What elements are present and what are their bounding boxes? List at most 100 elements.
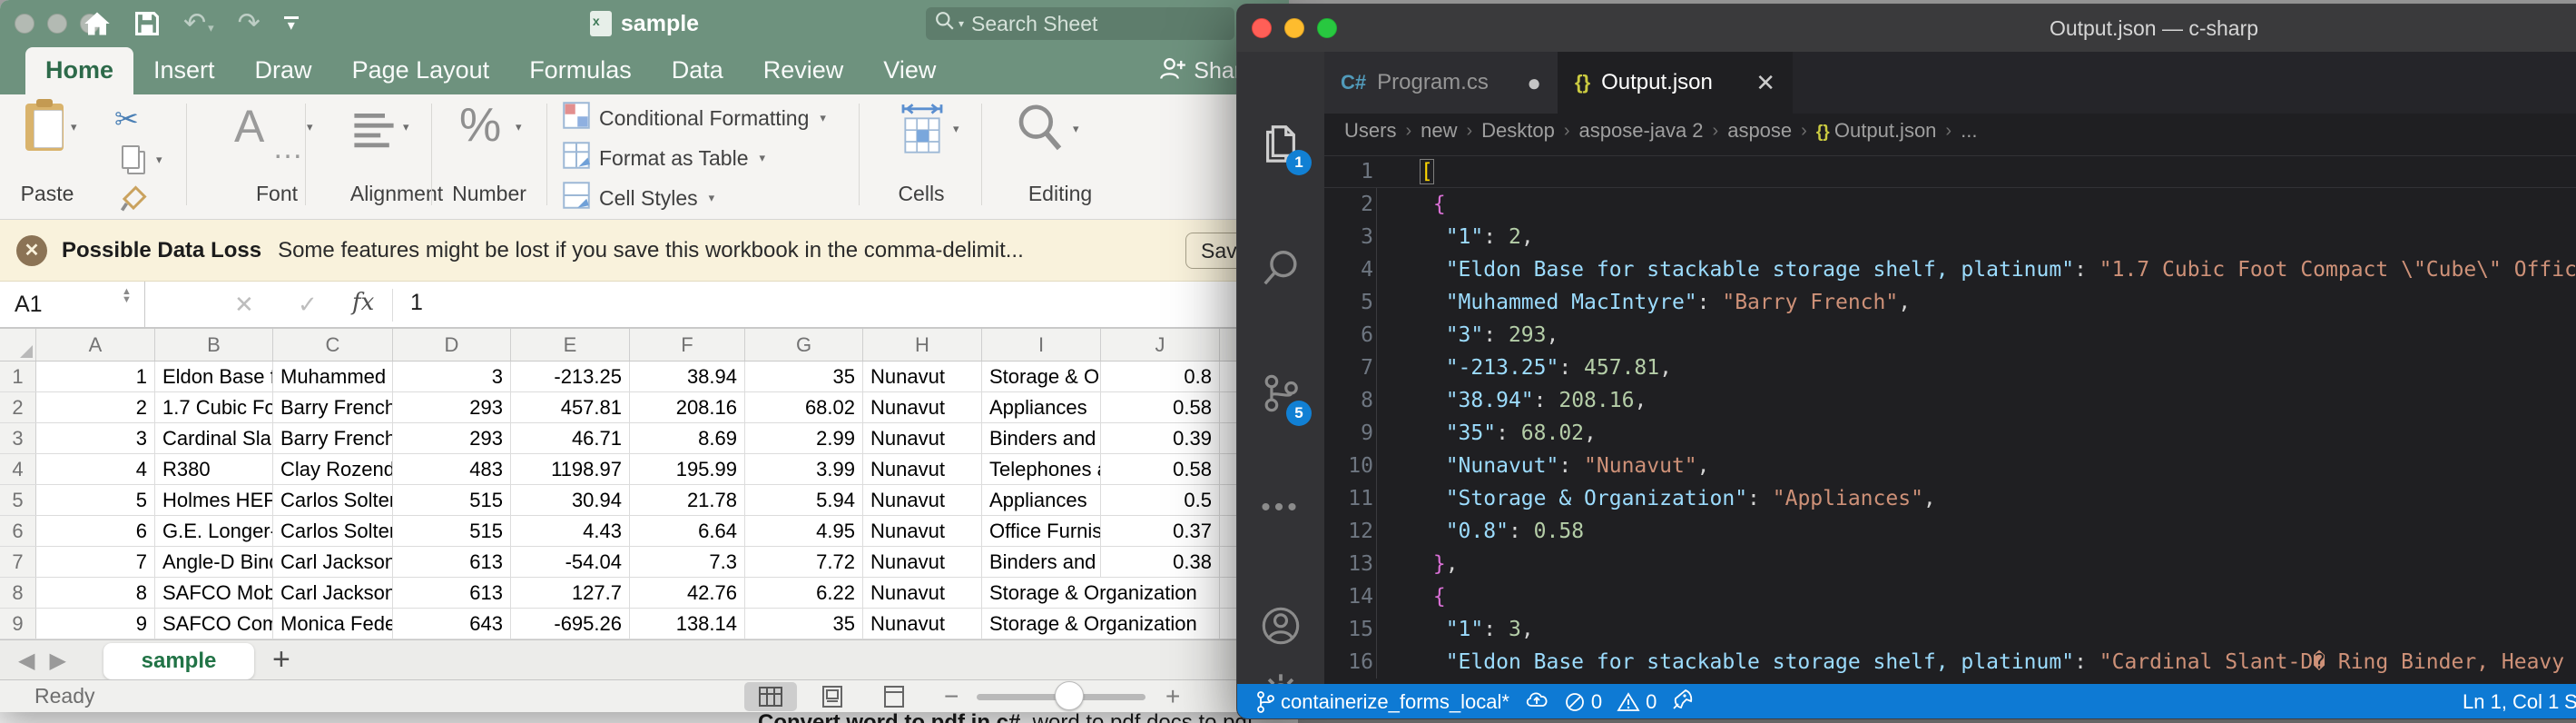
errors-indicator[interactable]: 0 xyxy=(1564,690,1602,714)
search-scope-chevron-icon[interactable]: ▾ xyxy=(959,17,964,30)
ribbon-tab-formulas[interactable]: Formulas xyxy=(509,47,652,94)
cell-D9[interactable]: 643 xyxy=(393,609,511,639)
cell-J7[interactable]: 0.38 xyxy=(1101,547,1220,577)
row-header-9[interactable]: 9 xyxy=(0,609,36,639)
cell-I2[interactable]: Appliances xyxy=(982,392,1101,422)
cell-I5[interactable]: Appliances xyxy=(982,485,1101,515)
cell-J3[interactable]: 0.39 xyxy=(1101,423,1220,453)
cell-H7[interactable]: Nunavut xyxy=(863,547,982,577)
code-line-12[interactable]: 12 "0.8": 0.58 xyxy=(1324,515,2576,548)
cell-G6[interactable]: 4.95 xyxy=(745,516,863,546)
cursor-position-indicator[interactable]: Ln 1, Col 1 xyxy=(2463,684,2559,719)
column-header-J[interactable]: J xyxy=(1101,329,1220,361)
column-header-D[interactable]: D xyxy=(393,329,511,361)
cell-B7[interactable]: Angle-D Bind xyxy=(155,547,273,577)
cell-F2[interactable]: 208.16 xyxy=(630,392,745,422)
cancel-entry-icon[interactable]: ✕ xyxy=(234,291,254,319)
close-window-button[interactable] xyxy=(1252,18,1272,38)
indentation-indicator[interactable]: S xyxy=(2564,684,2576,719)
cut-icon[interactable]: ✂ xyxy=(114,102,139,136)
code-line-15[interactable]: 15 "1": 3, xyxy=(1324,613,2576,646)
breadcrumb-item[interactable]: Desktop xyxy=(1481,119,1555,143)
cell-C3[interactable]: Barry French xyxy=(273,423,393,453)
cells-dropdown-icon[interactable]: ▾ xyxy=(953,122,959,136)
cell-H3[interactable]: Nunavut xyxy=(863,423,982,453)
cell-A6[interactable]: 6 xyxy=(36,516,155,546)
cell-styles-button[interactable]: Cell Styles▾ xyxy=(563,182,714,214)
cell-G7[interactable]: 7.72 xyxy=(745,547,863,577)
code-line-4[interactable]: 4 "Eldon Base for stackable storage shel… xyxy=(1324,253,2576,286)
source-control-icon[interactable]: 5 xyxy=(1237,364,1324,422)
code-line-7[interactable]: 7 "-213.25": 457.81, xyxy=(1324,352,2576,384)
cell-F9[interactable]: 138.14 xyxy=(630,609,745,639)
cell-F4[interactable]: 195.99 xyxy=(630,454,745,484)
code-line-2[interactable]: 2 { xyxy=(1324,188,2576,221)
cell-E4[interactable]: 1198.97 xyxy=(511,454,630,484)
breadcrumb-item[interactable]: aspose xyxy=(1727,119,1792,143)
cell-D2[interactable]: 293 xyxy=(393,392,511,422)
column-header-C[interactable]: C xyxy=(273,329,393,361)
cell-A3[interactable]: 3 xyxy=(36,423,155,453)
cell-H6[interactable]: Nunavut xyxy=(863,516,982,546)
cell-A8[interactable]: 8 xyxy=(36,578,155,608)
zoom-in-button[interactable]: + xyxy=(1165,682,1180,711)
cell-C2[interactable]: Barry French xyxy=(273,392,393,422)
copy-icon[interactable] xyxy=(122,145,140,169)
cell-D5[interactable]: 515 xyxy=(393,485,511,515)
cell-I8[interactable]: Storage & Organization xyxy=(982,578,1101,608)
cell-B3[interactable]: Cardinal Slar xyxy=(155,423,273,453)
formula-input[interactable]: 1 xyxy=(410,290,423,316)
name-box-stepper[interactable]: ▲▼ xyxy=(122,288,132,304)
cell-I7[interactable]: Binders and xyxy=(982,547,1101,577)
column-header-F[interactable]: F xyxy=(630,329,745,361)
cell-F1[interactable]: 38.94 xyxy=(630,362,745,391)
code-editor[interactable]: 1[2 {3 "1": 2,4 "Eldon Base for stackabl… xyxy=(1324,148,2576,684)
zoom-window-button[interactable] xyxy=(1317,18,1337,38)
cell-C6[interactable]: Carlos Solter xyxy=(273,516,393,546)
prev-sheet-icon[interactable]: ◀ xyxy=(18,649,49,673)
cell-I4[interactable]: Telephones a xyxy=(982,454,1101,484)
cell-E5[interactable]: 30.94 xyxy=(511,485,630,515)
insert-function-icon[interactable]: fx xyxy=(352,289,374,316)
editing-icon[interactable] xyxy=(1015,102,1066,157)
cell-B1[interactable]: Eldon Base f xyxy=(155,362,273,391)
sheet-tab-sample[interactable]: sample xyxy=(103,643,254,679)
cell-J1[interactable]: 0.8 xyxy=(1101,362,1220,391)
cell-I9[interactable]: Storage & Organization xyxy=(982,609,1101,639)
breadcrumb-item[interactable]: {} Output.json xyxy=(1816,119,1937,143)
row-header-7[interactable]: 7 xyxy=(0,547,36,577)
ribbon-tab-draw[interactable]: Draw xyxy=(235,47,332,94)
cell-B8[interactable]: SAFCO Mobi xyxy=(155,578,273,608)
cell-I1[interactable]: Storage & Or xyxy=(982,362,1101,391)
row-header-3[interactable]: 3 xyxy=(0,423,36,453)
ribbon-tab-home[interactable]: Home xyxy=(25,47,133,94)
cell-E6[interactable]: 4.43 xyxy=(511,516,630,546)
accounts-icon[interactable] xyxy=(1237,597,1324,655)
cell-F5[interactable]: 21.78 xyxy=(630,485,745,515)
cell-B4[interactable]: R380 xyxy=(155,454,273,484)
cell-B2[interactable]: 1.7 Cubic Fo xyxy=(155,392,273,422)
ribbon-tab-review[interactable]: Review xyxy=(743,47,864,94)
format-painter-icon[interactable] xyxy=(120,185,147,217)
code-line-5[interactable]: 5 "Muhammed MacIntyre": "Barry French", xyxy=(1324,286,2576,319)
page-layout-view-button[interactable] xyxy=(806,682,859,711)
cell-A5[interactable]: 5 xyxy=(36,485,155,515)
cell-E9[interactable]: -695.26 xyxy=(511,609,630,639)
breadcrumb-item[interactable]: aspose-java 2 xyxy=(1579,119,1704,143)
warning-close-icon[interactable]: ✕ xyxy=(16,235,47,266)
code-line-10[interactable]: 10 "Nunavut": "Nunavut", xyxy=(1324,450,2576,482)
code-line-14[interactable]: 14 { xyxy=(1324,580,2576,613)
paste-dropdown-icon[interactable]: ▾ xyxy=(71,120,77,134)
code-line-3[interactable]: 3 "1": 2, xyxy=(1324,221,2576,253)
cell-G2[interactable]: 68.02 xyxy=(745,392,863,422)
cell-H1[interactable]: Nunavut xyxy=(863,362,982,391)
cell-D4[interactable]: 483 xyxy=(393,454,511,484)
cell-H9[interactable]: Nunavut xyxy=(863,609,982,639)
cell-C4[interactable]: Clay Rozenda xyxy=(273,454,393,484)
launch-rocket-icon[interactable] xyxy=(1671,688,1695,717)
cell-D7[interactable]: 613 xyxy=(393,547,511,577)
paste-icon[interactable] xyxy=(25,104,64,151)
cell-F3[interactable]: 8.69 xyxy=(630,423,745,453)
row-header-5[interactable]: 5 xyxy=(0,485,36,515)
cell-J2[interactable]: 0.58 xyxy=(1101,392,1220,422)
